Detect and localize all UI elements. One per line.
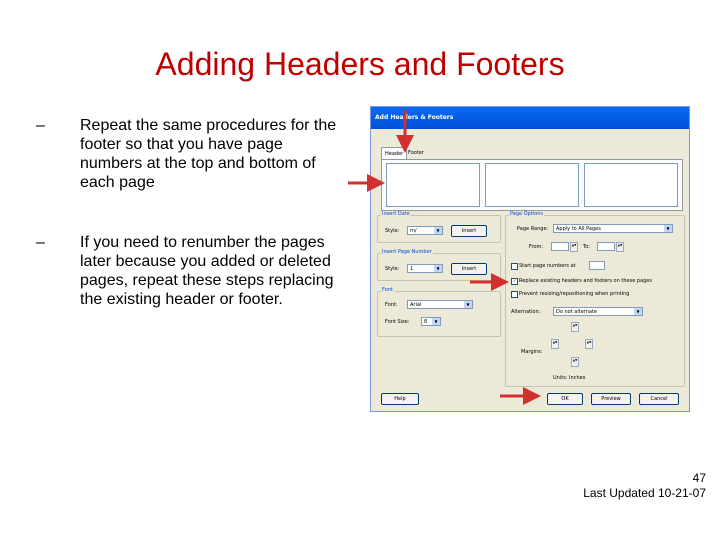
last-updated: Last Updated 10-21-07	[583, 486, 706, 500]
annotation-arrows	[348, 110, 541, 405]
page-number: 47	[692, 471, 706, 485]
